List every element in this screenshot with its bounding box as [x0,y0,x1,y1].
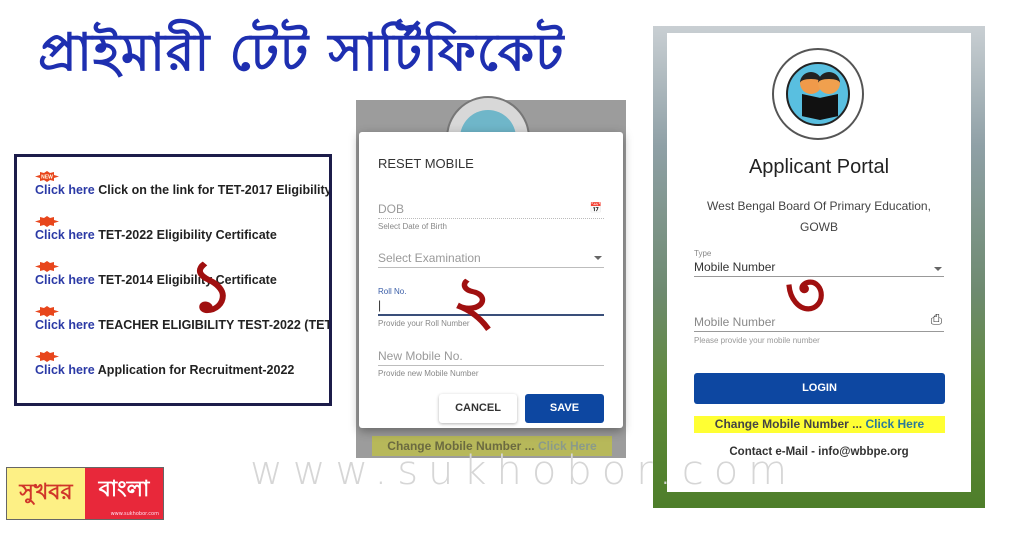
new-mobile-hint: Provide new Mobile Number [378,369,479,378]
brand-left-text: সুখবর [7,468,85,519]
portal-title: Applicant Portal [748,156,890,178]
dob-field[interactable]: DOB 📅 Select Date of Birth [378,200,604,231]
click-here-link[interactable]: Click Here [866,417,925,431]
annotation-numeral-3: ৩ [785,258,826,331]
notice-item: Click here TEACHER ELIGIBILITY TEST-2022… [35,306,329,332]
dob-hint: Select Date of Birth [378,222,447,231]
new-badge-icon [35,306,59,317]
click-here-link[interactable]: Click here [35,318,95,332]
notice-item: Click here TET-2022 Eligibility Certific… [35,216,277,242]
chevron-down-icon [594,256,602,260]
notice-item: Click here TET-2014 Eligibility Certific… [35,261,277,287]
click-here-link[interactable]: Click here [35,228,95,242]
dialog-title: RESET MOBILE [378,156,474,171]
mobile-phone-icon: ⎙ [930,311,942,327]
new-badge-icon: NEW [35,171,59,182]
brand-url: www.sukhobor.com [110,511,159,517]
notice-text: Application for Recruitment-2022 [97,363,295,377]
portal-subtitle: West Bengal Board Of Primary Education, … [707,199,931,234]
wbbpe-logo-icon [772,48,864,140]
new-badge-icon [35,351,59,362]
dob-placeholder: DOB [378,202,405,216]
annotation-numeral-1: ১ [188,243,235,328]
brand-logo: সুখবর বাংলা www.sukhobor.com [6,467,164,520]
cancel-button[interactable]: CANCEL [439,394,517,423]
svg-text:NEW: NEW [41,175,53,181]
notice-item: NEW Click here Click on the link for TET… [35,171,332,197]
new-badge-icon [35,261,59,272]
brand-right: বাংলা www.sukhobor.com [85,468,163,519]
change-mobile-number-link[interactable]: Change Mobile Number ... Click Here [694,416,945,433]
new-badge-icon [35,216,59,227]
click-here-link[interactable]: Click here [35,363,95,377]
composite-image: প্রাইমারী টেট সার্টিফিকেট NEW Click here… [0,0,1024,538]
calendar-icon[interactable]: 📅 [590,203,602,214]
headline-title: প্রাইমারী টেট সার্টিফিকেট [38,23,565,83]
login-button[interactable]: LOGIN [694,373,945,404]
click-here-link[interactable]: Click here [35,183,95,197]
click-here-link[interactable]: Click here [35,273,95,287]
save-button[interactable]: SAVE [525,394,604,423]
site-watermark: www.sukhobor.com [250,448,798,494]
notice-list-panel: NEW Click here Click on the link for TET… [14,154,332,406]
notice-text: Click on the link for TET-2017 Eligibili… [98,183,332,197]
chevron-down-icon [934,267,942,271]
notice-item: Click here Application for Recruitment-2… [35,351,294,377]
annotation-numeral-2: ২ [452,261,495,339]
